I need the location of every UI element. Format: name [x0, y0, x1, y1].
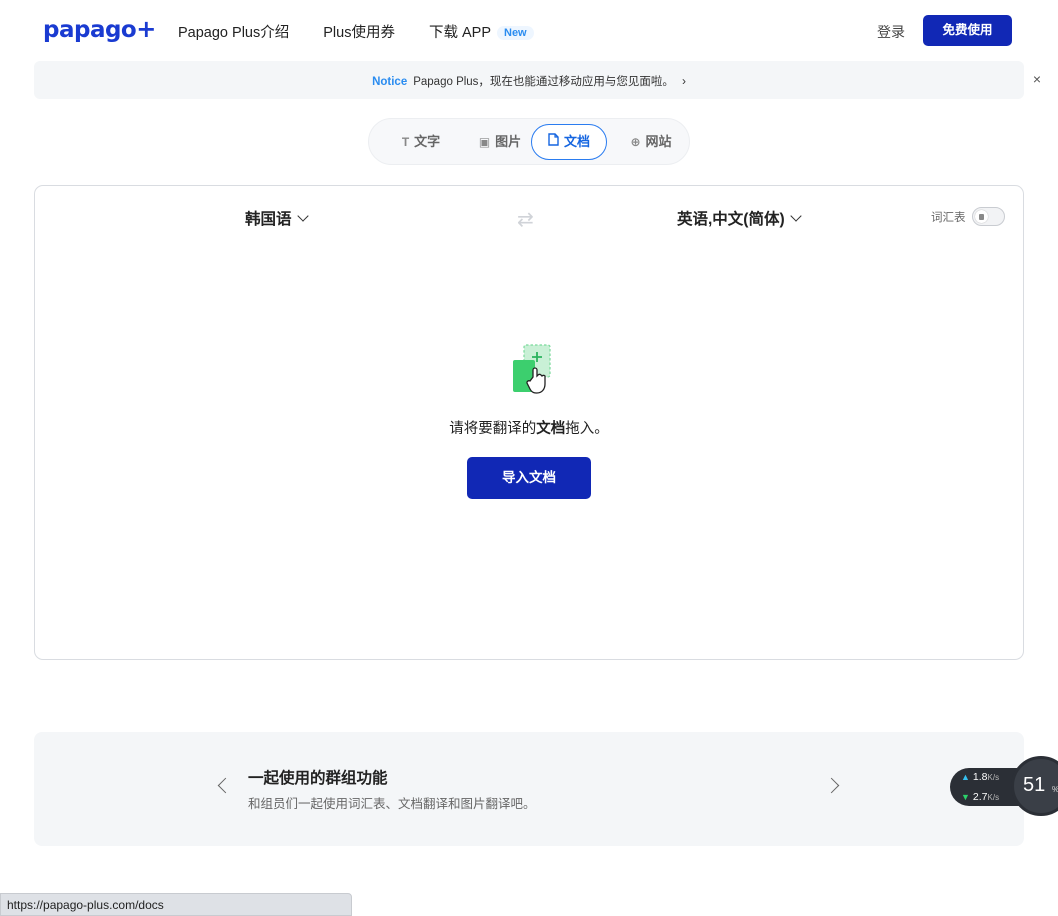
download-speed: ▼ 2.7K/s — [961, 791, 1000, 803]
mode-tabs: T 文字 ▣ 图片 文档 ⊕ 网站 — [368, 118, 690, 165]
notice-text: Papago Plus，现在也能通过移动应用与您见面啦。 — [413, 76, 674, 88]
header: papago+ Papago Plus介绍 Plus使用券 下载 APP New … — [0, 0, 1058, 60]
text-icon: T — [401, 135, 410, 149]
toggle-knob — [975, 210, 988, 223]
nav-item-download-app[interactable]: 下载 APP New — [429, 21, 534, 42]
status-bar-url: https://papago-plus.com/docs — [0, 893, 352, 916]
glossary-toggle[interactable] — [972, 207, 1005, 226]
document-icon — [548, 124, 559, 160]
tab-document[interactable]: 文档 — [531, 124, 607, 160]
tab-image-label: 图片 — [495, 134, 522, 149]
tab-website-label: 网站 — [645, 134, 672, 149]
feature-banner: 一起使用的群组功能 和组员们一起使用词汇表、文档翻译和图片翻译吧。 — [34, 732, 1024, 846]
bookmark-icon — [979, 214, 984, 220]
banner-title: 一起使用的群组功能 — [248, 770, 388, 787]
banner-subtitle: 和组员们一起使用词汇表、文档翻译和图片翻译吧。 — [248, 797, 536, 811]
chevron-right-icon: › — [681, 74, 686, 88]
arrow-down-icon: ▼ — [961, 792, 970, 802]
notice-content[interactable]: Notice Papago Plus，现在也能通过移动应用与您见面啦。 › — [34, 73, 1024, 89]
chevron-down-icon — [296, 210, 309, 222]
chevron-down-icon — [789, 210, 802, 222]
source-language-select[interactable]: 韩国语 — [245, 207, 309, 229]
tab-text-label: 文字 — [414, 134, 441, 149]
notice-bar: Notice Papago Plus，现在也能通过移动应用与您见面啦。 › × — [34, 61, 1041, 99]
import-document-button[interactable]: 导入文档 — [467, 457, 591, 499]
nav-item-intro[interactable]: Papago Plus介绍 — [178, 21, 289, 42]
network-speed-widget[interactable]: ▲1.8K/s ▼2.7K/s 51 % — [950, 756, 1058, 816]
target-language-label: 英语,中文(简体) — [677, 211, 785, 228]
tab-document-label: 文档 — [563, 134, 590, 149]
close-icon[interactable]: × — [1031, 72, 1043, 86]
usage-percent: 51 — [1023, 774, 1046, 796]
source-language-label: 韩国语 — [245, 211, 292, 228]
tab-website[interactable]: ⊕ 网站 — [617, 124, 685, 160]
upload-speed: ▲ 1.8K/s — [961, 771, 1000, 783]
main-nav: Papago Plus介绍 Plus使用券 下载 APP New — [178, 21, 568, 42]
new-badge: New — [497, 26, 534, 40]
chevron-left-icon[interactable] — [217, 777, 234, 794]
usage-percent-unit: % — [1052, 785, 1058, 794]
nav-item-vouchers[interactable]: Plus使用券 — [323, 21, 395, 42]
free-use-button[interactable]: 免费使用 — [923, 15, 1012, 46]
document-translator-card: 韩国语 ⇄ 英语,中文(简体) 词汇表 请将要翻译的文档拖入。 导入文档 — [34, 185, 1024, 660]
papago-logo[interactable]: papago+ — [43, 15, 156, 43]
drop-instruction: 请将要翻译的文档拖入。 — [449, 421, 609, 437]
document-upload-icon — [512, 344, 552, 396]
swap-languages-icon[interactable]: ⇄ — [517, 207, 534, 232]
arrow-up-icon: ▲ — [961, 772, 970, 782]
glossary-label: 词汇表 — [931, 212, 966, 224]
image-icon: ▣ — [478, 135, 491, 149]
nav-item-download-label: 下载 APP — [428, 25, 491, 41]
chevron-right-icon[interactable] — [823, 777, 840, 794]
login-link[interactable]: 登录 — [877, 22, 905, 42]
notice-tag: Notice — [372, 76, 408, 88]
tab-image[interactable]: ▣ 图片 — [463, 124, 537, 160]
target-language-select[interactable]: 英语,中文(简体) — [677, 207, 802, 229]
tab-text[interactable]: T 文字 — [385, 124, 457, 160]
globe-icon: ⊕ — [630, 135, 641, 149]
